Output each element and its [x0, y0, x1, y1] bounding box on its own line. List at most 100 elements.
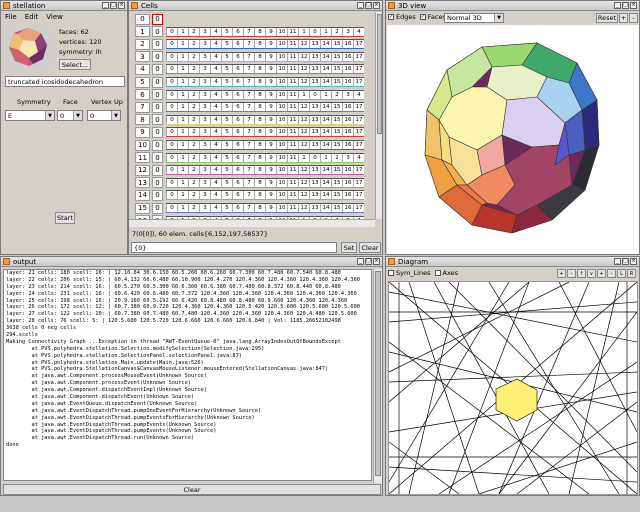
diagram-up-button[interactable]: ↑: [577, 269, 586, 278]
cell[interactable]: 1: [177, 178, 188, 187]
axes-checkbox[interactable]: Axes: [434, 269, 458, 277]
select-button[interactable]: Select...: [59, 59, 91, 70]
cell[interactable]: 5: [221, 65, 232, 74]
diagram-canvas[interactable]: [388, 281, 638, 495]
cell[interactable]: 7: [243, 27, 254, 36]
cell[interactable]: 1: [177, 191, 188, 200]
row-zero-cell[interactable]: 0: [152, 101, 163, 113]
chevron-down-icon[interactable]: ▼: [73, 111, 82, 120]
cell[interactable]: 2: [331, 27, 342, 36]
cells-row[interactable]: 9 0 0 1 2 3 4 5 6 7 8 9 10 11 12 13 14 15 16 17: [135, 126, 364, 138]
cell[interactable]: 7: [243, 40, 254, 49]
cell[interactable]: 13: [309, 166, 320, 175]
cell[interactable]: 4: [210, 166, 221, 175]
cell[interactable]: 5: [221, 153, 232, 162]
cell[interactable]: 9: [265, 153, 276, 162]
face-select[interactable]: 0 ▼: [57, 110, 83, 121]
output-console[interactable]: layer: 21 cells: 180 scell: 16: | 12.10.…: [3, 269, 372, 481]
cell[interactable]: 6: [232, 27, 243, 36]
cell[interactable]: 6: [232, 204, 243, 212]
cell[interactable]: 8: [254, 52, 265, 61]
scroll-thumb[interactable]: [375, 271, 381, 476]
cell[interactable]: 4: [210, 78, 221, 86]
cells-row[interactable]: 11 0 0 1 2 3 4 5 6 7 8 9 10 11 1 0 1 2 3 4: [135, 152, 364, 164]
cell[interactable]: 3: [199, 65, 210, 74]
cell[interactable]: 8: [254, 78, 265, 86]
cell[interactable]: 13: [309, 65, 320, 74]
cell[interactable]: 13: [309, 103, 320, 112]
cell[interactable]: 2: [188, 191, 199, 200]
cell[interactable]: 17: [353, 141, 364, 149]
cell[interactable]: 14: [320, 52, 331, 61]
cell[interactable]: 15: [331, 166, 342, 175]
cell[interactable]: 10: [276, 166, 287, 175]
cells-row[interactable]: 15 0 0 1 2 3 4 5 6 7 8 9 10 11 12 13 14 15 16 17: [135, 202, 364, 214]
cell[interactable]: 17: [353, 40, 364, 49]
cell[interactable]: 2: [331, 153, 342, 162]
cell[interactable]: 17: [353, 178, 364, 187]
cell[interactable]: 0: [166, 78, 177, 86]
cell[interactable]: 11: [287, 128, 298, 137]
cell[interactable]: 6: [232, 191, 243, 200]
cell[interactable]: 6: [232, 90, 243, 99]
cell[interactable]: 0: [166, 166, 177, 175]
cell[interactable]: 9: [265, 90, 276, 99]
row-zero-cell[interactable]: 0: [152, 38, 163, 50]
cell[interactable]: 15: [331, 128, 342, 137]
cell[interactable]: 3: [342, 153, 353, 162]
cell[interactable]: 7: [243, 141, 254, 149]
reset-button[interactable]: Reset: [596, 13, 618, 23]
cell[interactable]: 9: [265, 204, 276, 212]
output-titlebar[interactable]: output _ □ ×: [1, 257, 382, 267]
chevron-down-icon[interactable]: ▼: [494, 14, 503, 22]
cell[interactable]: 12: [298, 128, 309, 137]
menu-view[interactable]: View: [46, 13, 63, 21]
row-zero-cell[interactable]: 0: [152, 114, 163, 126]
cells-row[interactable]: 3 0 0 1 2 3 4 5 6 7 8 9 10 11 12 13 14 15 16 17: [135, 51, 364, 63]
cell[interactable]: 3: [199, 166, 210, 175]
render-mode-select[interactable]: Normal 3D ▼: [444, 13, 504, 23]
cell[interactable]: 5: [221, 27, 232, 36]
cell[interactable]: 12: [298, 103, 309, 112]
cell[interactable]: 12: [298, 191, 309, 200]
cell[interactable]: 9: [265, 27, 276, 36]
cells-hscrollbar[interactable]: [129, 219, 375, 227]
cell[interactable]: 5: [221, 115, 232, 124]
diagram-titlebar[interactable]: Diagram _ □ ×: [386, 257, 639, 267]
cell[interactable]: 0: [166, 141, 177, 149]
row-zero-cell[interactable]: 0: [152, 63, 163, 75]
cell[interactable]: 9: [265, 191, 276, 200]
cell[interactable]: 3: [199, 90, 210, 99]
cell[interactable]: 14: [320, 40, 331, 49]
cell[interactable]: 16: [342, 78, 353, 86]
cells-row[interactable]: 8 0 0 1 2 3 4 5 6 7 8 9 10 11 12 13 14 15 16 17: [135, 114, 364, 126]
cell[interactable]: 11: [287, 78, 298, 86]
cell[interactable]: 16: [342, 191, 353, 200]
cell[interactable]: 5: [221, 52, 232, 61]
cell[interactable]: 4: [210, 52, 221, 61]
cells-row[interactable]: 1 0 0 1 2 3 4 5 6 7 8 9 10 11 1 0 1 2 3 4: [135, 26, 364, 38]
cell[interactable]: 1: [320, 90, 331, 99]
cell[interactable]: 1: [177, 52, 188, 61]
cell[interactable]: 15: [331, 40, 342, 49]
cell[interactable]: 14: [320, 103, 331, 112]
cell[interactable]: 11: [287, 52, 298, 61]
cell[interactable]: 6: [232, 52, 243, 61]
menu-edit[interactable]: Edit: [25, 13, 39, 21]
cell[interactable]: 17: [353, 204, 364, 212]
cell[interactable]: 10: [276, 141, 287, 149]
cell[interactable]: 2: [188, 40, 199, 49]
cell[interactable]: 13: [309, 191, 320, 200]
cell[interactable]: 5: [221, 178, 232, 187]
scroll-thumb[interactable]: [377, 14, 382, 134]
cell[interactable]: 8: [254, 128, 265, 137]
cell[interactable]: 15: [331, 115, 342, 124]
row-zero-cell[interactable]: 0: [152, 177, 163, 189]
cell[interactable]: 4: [210, 141, 221, 149]
chevron-down-icon[interactable]: ▼: [45, 111, 54, 120]
cell[interactable]: 9: [265, 178, 276, 187]
row-zero-cell[interactable]: 0: [152, 76, 163, 88]
cell[interactable]: 4: [210, 204, 221, 212]
cells-vscrollbar[interactable]: [375, 12, 382, 219]
cell[interactable]: 15: [331, 141, 342, 149]
